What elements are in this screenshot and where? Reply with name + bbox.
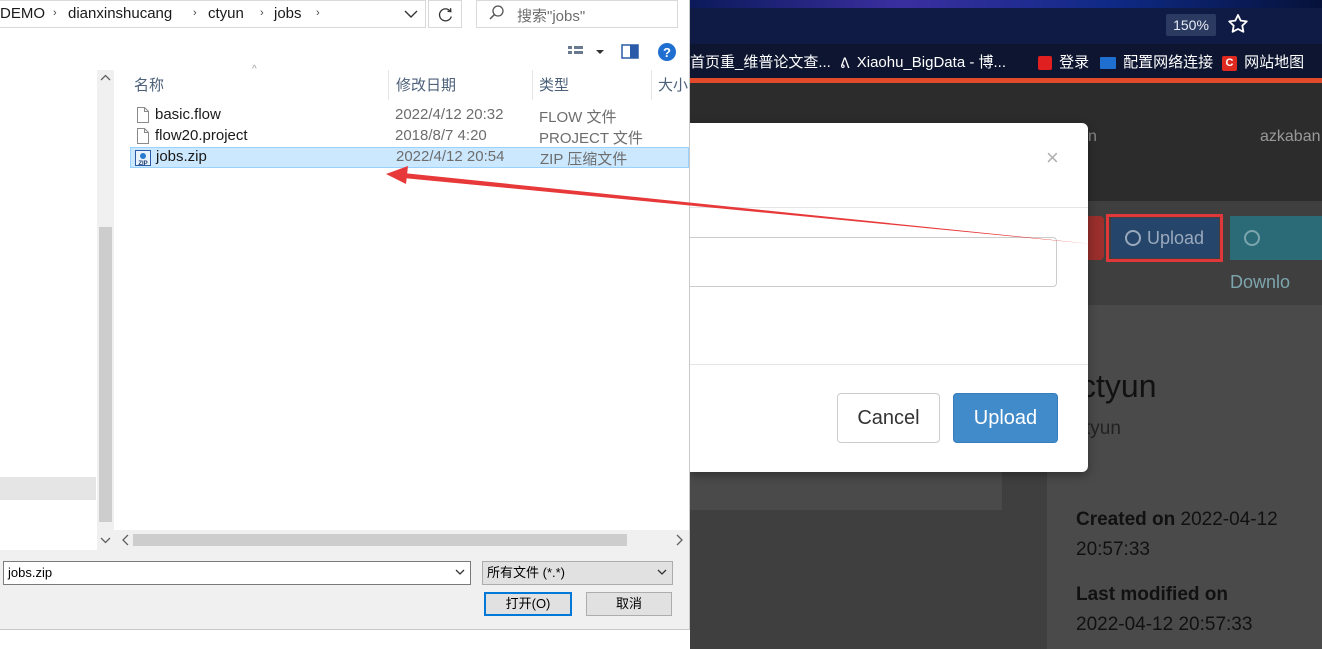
chevron-down-icon[interactable] [656,566,668,578]
file-name: basic.flow [155,106,221,123]
column-divider[interactable] [388,70,389,100]
search-input[interactable]: 搜索"jobs" [476,0,678,28]
search-placeholder: 搜索"jobs" [517,8,586,25]
modal-close-button[interactable]: × [1046,145,1059,171]
modal-divider [690,364,1088,365]
svg-text:ZIP: ZIP [138,161,147,166]
breadcrumb-item[interactable]: dianxinshucang [68,5,172,22]
scroll-down-icon[interactable] [97,532,114,548]
project-download-button[interactable]: Downlo [1230,216,1322,292]
column-header-name[interactable]: 名称 [134,74,164,95]
column-header-type[interactable]: 类型 [539,74,569,95]
vmware-icon [1100,57,1116,70]
dialog-cancel-button[interactable]: 取消 [586,592,672,616]
toolbar-glow [690,0,1322,8]
created-time: 20:57:33 [1076,539,1150,560]
chevron-down-icon[interactable] [454,566,466,578]
chevron-right-icon[interactable]: › [260,7,264,19]
column-divider[interactable] [651,70,652,100]
bookmarks-bar: 首页重_维普论文查... ᕕ Xiaohu_BigData - 博... 登录 … [690,44,1322,78]
address-bar[interactable]: DEMO › dianxinshucang › ctyun › jobs › [0,0,426,28]
refresh-icon [438,8,452,22]
file-date: 2022/4/12 20:32 [395,106,504,123]
file-row[interactable]: basic.flow 2022/4/12 20:32 FLOW 文件 [130,105,689,126]
file-row-selected[interactable]: ZIP jobs.zip 2022/4/12 20:54 ZIP 压缩文件 [130,147,689,168]
file-icon [137,128,149,144]
bird-icon: ᕕ [840,54,850,71]
nav-link[interactable]: n [1088,128,1097,146]
nav-link[interactable]: azkaban [1260,128,1321,146]
last-modified-label: Last modified on [1076,584,1228,605]
open-button[interactable]: 打开(O) [484,592,572,616]
help-icon[interactable]: ? [655,40,679,64]
file-type: FLOW 文件 [539,109,617,126]
scroll-left-icon[interactable] [118,530,134,550]
bookmark-star-icon[interactable] [1226,12,1250,36]
file-date: 2022/4/12 20:54 [396,148,505,165]
file-path-input[interactable] [682,237,1057,287]
breadcrumb-item[interactable]: jobs [274,5,302,22]
filename-value: jobs.zip [8,565,53,580]
nav-pane-selected-item[interactable] [0,477,96,500]
chevron-right-icon[interactable]: › [53,7,57,19]
search-icon [489,5,504,20]
modal-cancel-button[interactable]: Cancel [837,393,940,443]
created-on: Created on 2022-04-12 [1076,509,1278,530]
column-header-size[interactable]: 大小 [658,74,688,95]
chevron-right-icon[interactable]: › [316,7,320,19]
sort-ascending-icon: ^ [252,64,257,75]
bookmark-item[interactable]: 登录 [1038,51,1089,72]
file-type-filter[interactable]: 所有文件 (*.*) [482,561,673,585]
filename-input[interactable]: jobs.zip [3,561,471,585]
download-circle-icon [1244,230,1260,246]
scroll-right-icon[interactable] [671,530,687,550]
last-modified-value: 2022-04-12 20:57:33 [1076,614,1253,635]
refresh-button[interactable] [428,0,462,28]
zip-icon: ZIP [135,150,151,166]
chevron-right-icon[interactable]: › [193,7,197,19]
preview-pane-icon[interactable] [620,40,642,64]
upload-circle-icon [1125,230,1141,246]
file-icon [137,107,149,123]
file-name: flow20.project [155,127,248,144]
column-header-date[interactable]: 修改日期 [396,74,456,95]
scrollbar-thumb[interactable] [99,227,112,522]
modal-divider [690,207,1088,208]
scrollbar-thumb[interactable] [133,534,627,546]
project-upload-button[interactable]: Upload [1111,218,1219,258]
file-name: jobs.zip [156,148,207,165]
breadcrumb-item[interactable]: DEMO [0,5,45,22]
bookmark-item[interactable]: 配置网络连接 [1100,51,1213,72]
file-row[interactable]: flow20.project 2018/8/7 4:20 PROJECT 文件 [130,126,689,147]
file-date: 2018/8/7 4:20 [395,127,487,144]
project-subtitle: tyun [1085,418,1121,439]
bookmark-item[interactable]: C 网站地图 [1222,51,1304,72]
zoom-indicator[interactable]: 150% [1166,14,1216,36]
breadcrumb-item[interactable]: ctyun [208,5,244,22]
filter-value: 所有文件 (*.*) [487,565,566,580]
bookmark-item[interactable]: 首页重_维普论文查... [690,51,831,72]
file-type: ZIP 压缩文件 [540,151,628,168]
site-icon [1038,56,1052,71]
view-options-icon[interactable] [566,40,606,64]
c-logo-icon: C [1222,55,1237,71]
project-title: ctyun [1080,368,1157,404]
bookmark-item[interactable]: ᕕ Xiaohu_BigData - 博... [840,51,1006,72]
svg-text:?: ? [663,45,671,60]
modal-upload-button[interactable]: Upload [953,393,1058,443]
column-divider[interactable] [532,70,533,100]
scroll-up-icon[interactable] [97,70,114,86]
chevron-down-icon[interactable] [396,0,426,28]
file-type: PROJECT 文件 [539,130,643,147]
